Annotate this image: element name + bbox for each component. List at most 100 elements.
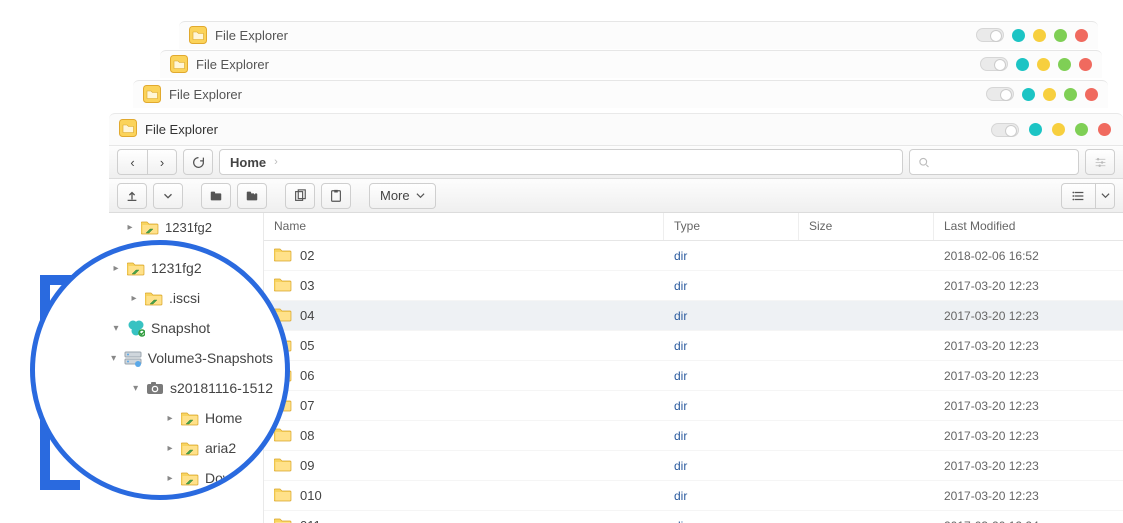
max-button[interactable] [1016, 58, 1029, 71]
folder-shared-icon [141, 218, 159, 236]
table-row[interactable]: 011dir2017-03-20 12:24 [264, 511, 1123, 523]
file-modified: 2017-03-20 12:23 [934, 309, 1123, 323]
file-type: dir [664, 369, 799, 383]
upload-button[interactable] [117, 183, 147, 209]
snapshot-icon [127, 319, 145, 337]
table-row[interactable]: 04dir2017-03-20 12:23 [264, 301, 1123, 331]
min-button[interactable] [1033, 29, 1046, 42]
copy-button[interactable] [285, 183, 315, 209]
twisty-icon[interactable]: ▸ [165, 473, 175, 484]
new-folder-button[interactable] [201, 183, 231, 209]
file-name: 02 [300, 248, 314, 263]
twisty-icon[interactable]: ▾ [111, 323, 121, 334]
file-name: 07 [300, 398, 314, 413]
nav-toolbar: ‹ › Home › [109, 145, 1123, 179]
breadcrumb[interactable]: Home › [219, 149, 903, 175]
close-button[interactable] [1085, 88, 1098, 101]
file-modified: 2017-03-20 12:23 [934, 459, 1123, 473]
stacked-window-bar: File Explorer [160, 50, 1102, 78]
window-title: File Explorer [196, 57, 269, 72]
folder-chip-icon [143, 85, 161, 103]
tree-item[interactable]: ▸.iscsi [30, 283, 277, 313]
pin-toggle[interactable] [976, 28, 1004, 42]
table-row[interactable]: 02dir2018-02-06 16:52 [264, 241, 1123, 271]
list-view-button[interactable] [1061, 183, 1095, 209]
folder-shared-icon [127, 259, 145, 277]
file-modified: 2017-03-20 12:23 [934, 369, 1123, 383]
tree-item[interactable]: ▾Snapshot [30, 313, 277, 343]
col-size[interactable]: Size [799, 213, 934, 240]
max-button[interactable] [1022, 88, 1035, 101]
tree-item[interactable]: ▸aria2 [30, 433, 277, 463]
min-button[interactable] [1037, 58, 1050, 71]
file-modified: 2017-03-20 12:23 [934, 279, 1123, 293]
col-name[interactable]: Name [264, 213, 664, 240]
caret-button[interactable] [153, 183, 183, 209]
folder-chip-icon [170, 55, 188, 73]
twisty-icon[interactable]: ▸ [165, 413, 175, 424]
folder-chip-icon [189, 26, 207, 44]
new-folder-plus-button[interactable] [237, 183, 267, 209]
view-dropdown-button[interactable] [1095, 183, 1115, 209]
twisty-icon[interactable]: ▸ [111, 263, 121, 274]
search-input[interactable] [930, 155, 1070, 169]
more-label: More [380, 188, 410, 203]
filter-button[interactable] [1085, 149, 1115, 175]
camera-icon [146, 379, 164, 397]
table-row[interactable]: 07dir2017-03-20 12:23 [264, 391, 1123, 421]
twisty-icon[interactable]: ▸ [125, 222, 135, 233]
file-name: 04 [300, 308, 314, 323]
close-button[interactable] [1079, 58, 1092, 71]
tree-item[interactable]: ▾Volume3-Snapshots [30, 343, 277, 373]
twisty-icon[interactable]: ▸ [165, 443, 175, 454]
table-row[interactable]: 03dir2017-03-20 12:23 [264, 271, 1123, 301]
stacked-window-bar: File Explorer [179, 21, 1098, 49]
max-button[interactable] [1029, 123, 1042, 136]
table-row[interactable]: 05dir2017-03-20 12:23 [264, 331, 1123, 361]
refresh-button[interactable] [183, 149, 213, 175]
table-row[interactable]: 08dir2017-03-20 12:23 [264, 421, 1123, 451]
max-button[interactable] [1012, 29, 1025, 42]
tree-item[interactable]: ▾ s20181116-1512 [30, 373, 277, 403]
table-row[interactable]: 09dir2017-03-20 12:23 [264, 451, 1123, 481]
col-type[interactable]: Type [664, 213, 799, 240]
tree-label: 1231fg2 [151, 260, 202, 276]
twisty-icon[interactable]: ▸ [129, 293, 139, 304]
pin-toggle[interactable] [991, 123, 1019, 137]
folder-shared-icon [181, 409, 199, 427]
min-button[interactable] [1052, 123, 1065, 136]
more-dropdown[interactable]: More [369, 183, 436, 209]
table-row[interactable]: 010dir2017-03-20 12:23 [264, 481, 1123, 511]
search-icon [918, 156, 930, 169]
nav-back-button[interactable]: ‹ [117, 149, 147, 175]
tree-item[interactable]: ▸Home [30, 403, 277, 433]
tree-item[interactable]: ▸ 1231fg2 [30, 253, 277, 283]
tree-item[interactable]: ▸ Download [30, 463, 277, 493]
tree-item[interactable]: ▸1231fg2 [109, 213, 263, 241]
search-box[interactable] [909, 149, 1079, 175]
file-name: 011 [300, 518, 321, 523]
expand-button[interactable] [1064, 88, 1077, 101]
twisty-icon[interactable]: ▾ [110, 353, 118, 364]
titlebar: File Explorer [109, 113, 1123, 145]
nav-forward-button[interactable]: › [147, 149, 177, 175]
min-button[interactable] [1043, 88, 1056, 101]
paste-button[interactable] [321, 183, 351, 209]
breadcrumb-root[interactable]: Home [230, 155, 266, 170]
expand-button[interactable] [1058, 58, 1071, 71]
file-type: dir [664, 489, 799, 503]
pin-toggle[interactable] [986, 87, 1014, 101]
pin-toggle[interactable] [980, 57, 1008, 71]
chevron-down-icon [416, 191, 425, 200]
close-button[interactable] [1075, 29, 1088, 42]
tree-label: s20181116-1512 [170, 380, 273, 396]
expand-button[interactable] [1054, 29, 1067, 42]
window-title: File Explorer [169, 87, 242, 102]
file-modified: 2017-03-20 12:23 [934, 339, 1123, 353]
expand-button[interactable] [1075, 123, 1088, 136]
table-row[interactable]: 06dir2017-03-20 12:23 [264, 361, 1123, 391]
tree-label: Download [205, 470, 267, 486]
close-button[interactable] [1098, 123, 1111, 136]
col-modified[interactable]: Last Modified [934, 213, 1123, 240]
twisty-icon[interactable]: ▾ [131, 383, 140, 394]
